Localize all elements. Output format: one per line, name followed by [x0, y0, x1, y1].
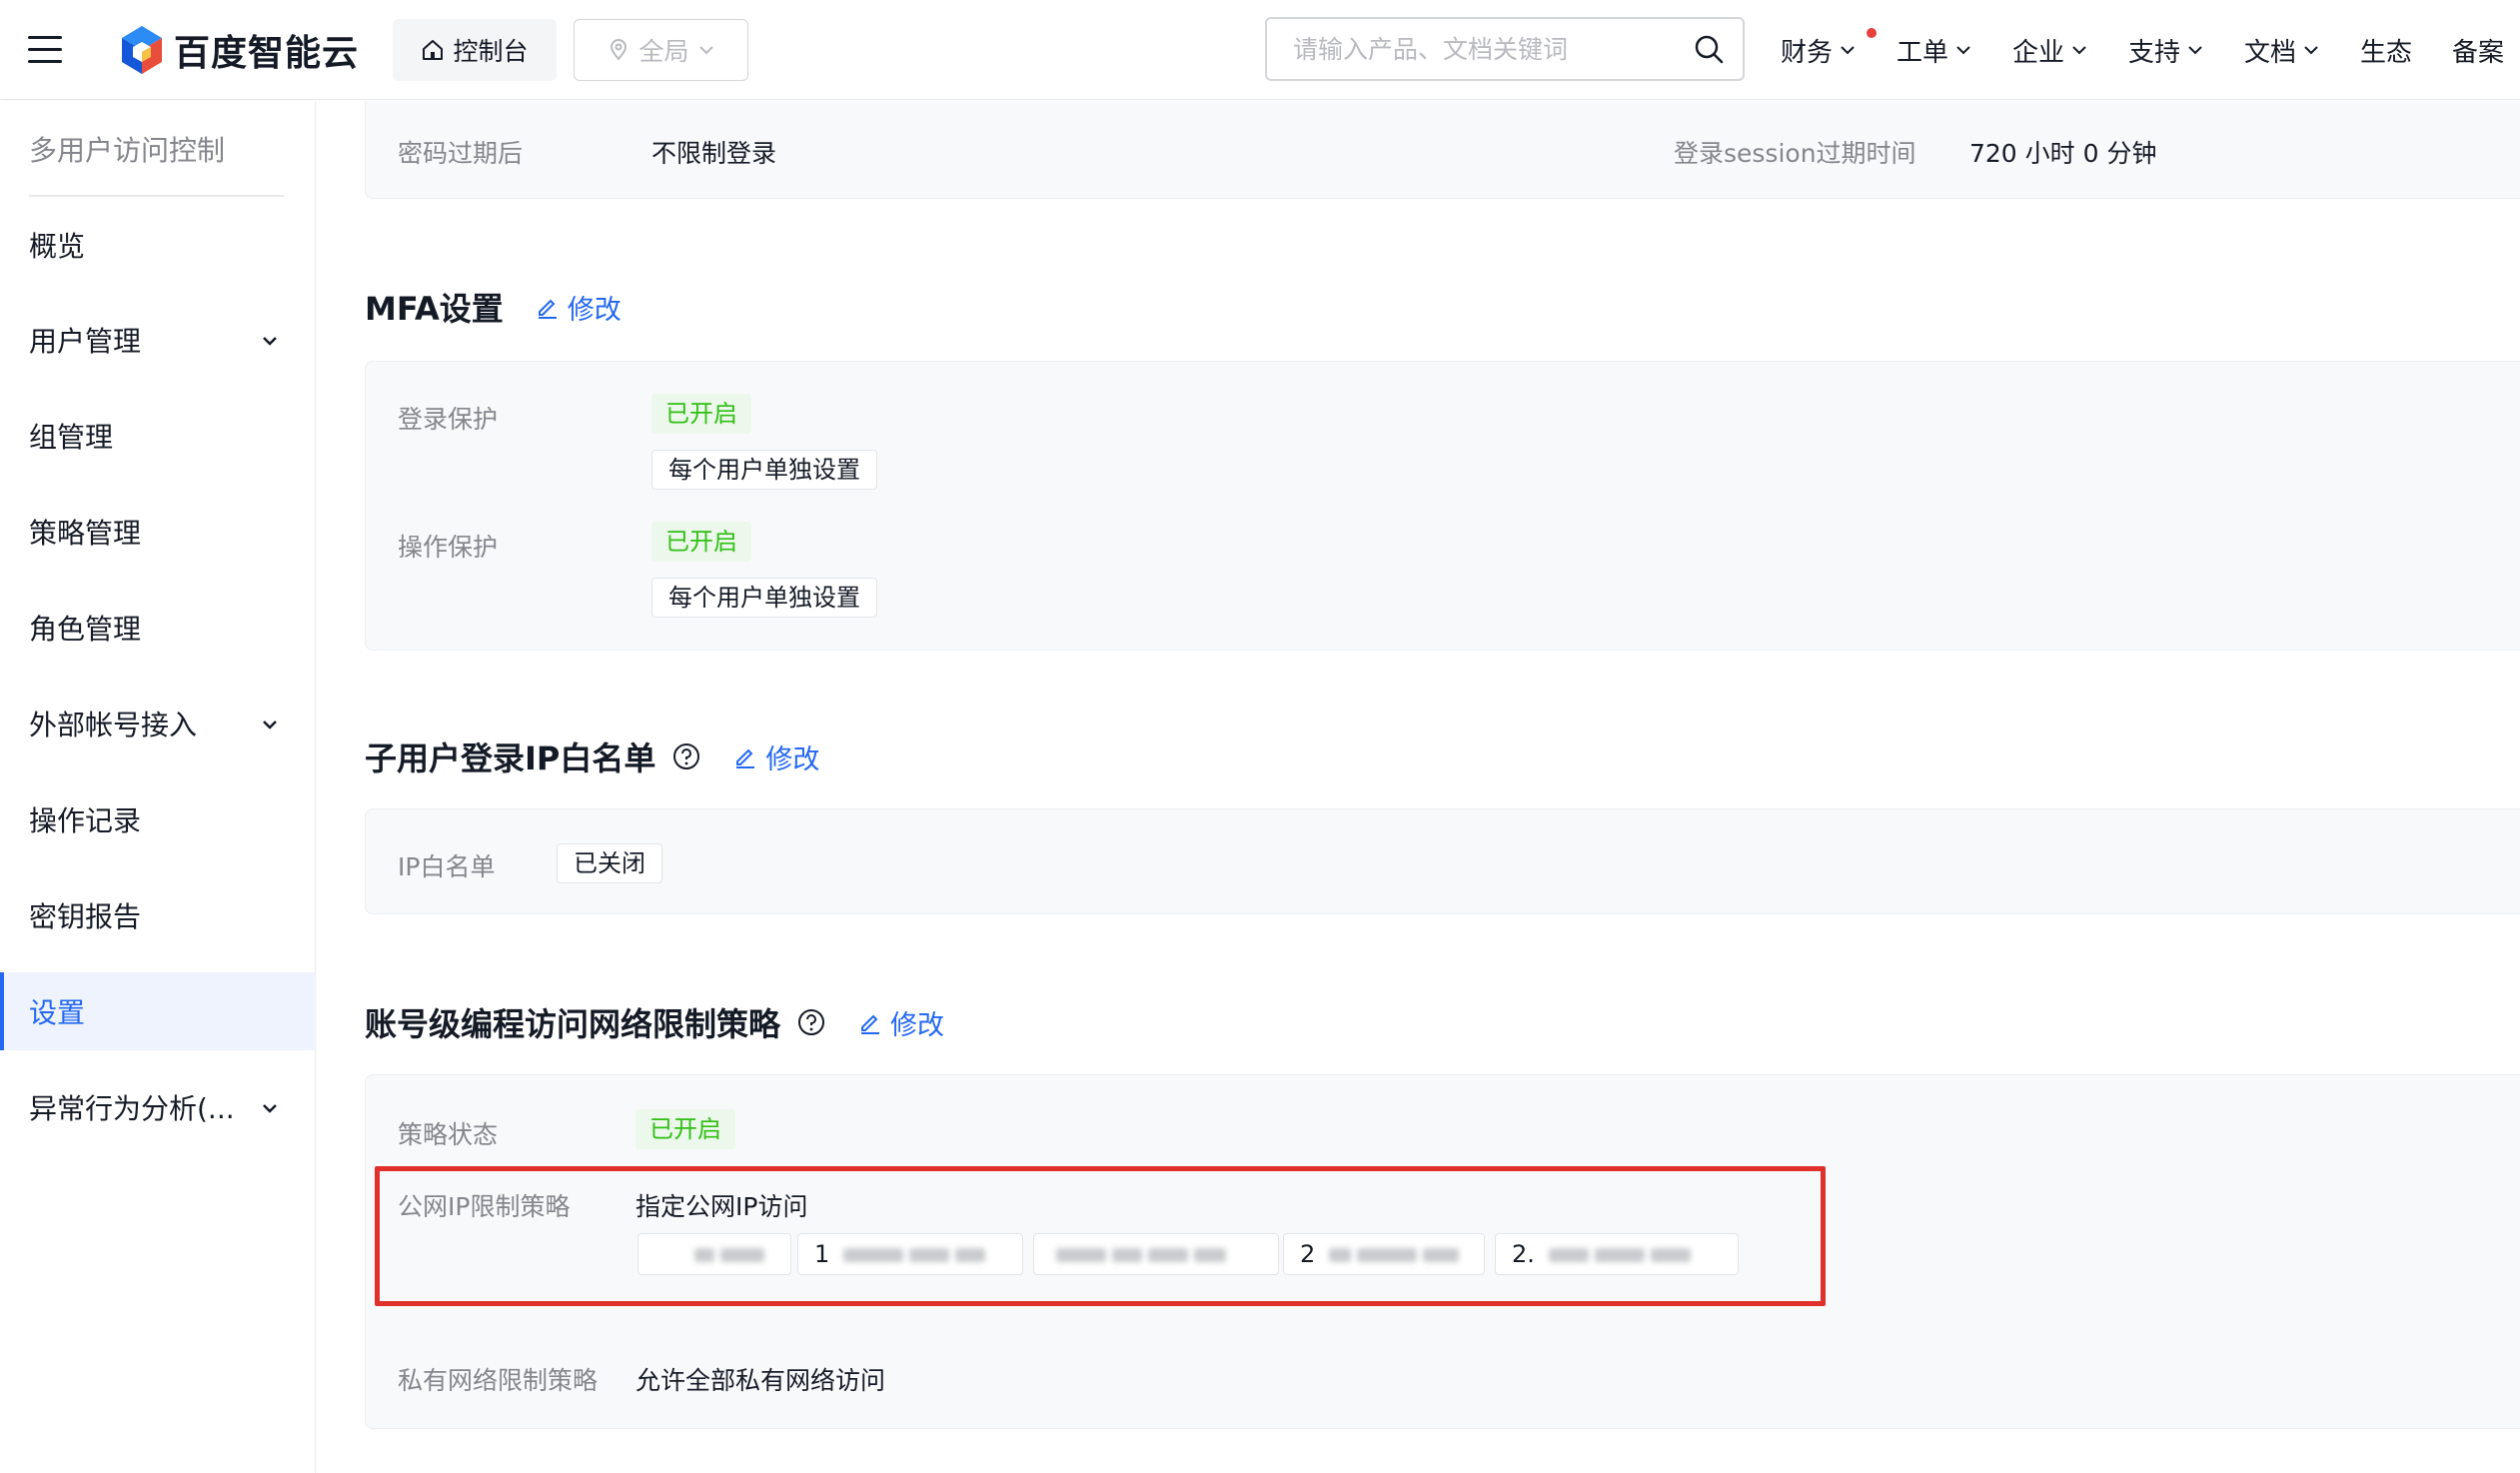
search-icon[interactable]	[1693, 33, 1725, 65]
nav-ecosystem[interactable]: 生态	[2360, 32, 2452, 69]
operation-protection-status: 已开启	[651, 522, 751, 562]
sidebar-item-roles[interactable]: 角色管理	[0, 589, 316, 667]
sidebar-item-external-accounts[interactable]: 外部帐号接入	[0, 685, 316, 762]
nav-ticket[interactable]: 工单	[1896, 32, 2012, 69]
password-expire-label: 密码过期后	[398, 139, 524, 168]
mfa-section-title: MFA设置 修改	[365, 284, 622, 330]
sidebar-item-settings[interactable]: 设置	[0, 972, 316, 1050]
chevron-down-icon	[1956, 46, 1970, 55]
console-label: 控制台	[453, 37, 529, 66]
location-icon	[611, 39, 628, 61]
sidebar-item-anomaly-analysis[interactable]: 异常行为分析(...	[0, 1068, 316, 1146]
network-policy-section-title: 账号级编程访问网络限制策略 修改	[365, 999, 944, 1045]
private-network-policy-value: 允许全部私有网络访问	[635, 1366, 886, 1395]
chevron-down-icon	[2188, 46, 2202, 55]
mfa-settings-card: 登录保护 已开启 每个用户单独设置 操作保护 已开启 每个用户单独设置	[365, 361, 2520, 651]
sidebar-item-groups[interactable]: 组管理	[0, 397, 316, 475]
nav-enterprise[interactable]: 企业	[2012, 32, 2128, 69]
help-icon[interactable]	[796, 1007, 826, 1037]
chevron-down-icon	[2072, 46, 2086, 55]
login-protection-status: 已开启	[651, 394, 751, 434]
ip-whitelist-edit-link[interactable]: 修改	[733, 737, 819, 776]
chevron-down-icon	[263, 337, 277, 346]
edit-icon	[861, 1014, 880, 1034]
session-expire-value: 720 小时 0 分钟	[1969, 139, 2157, 168]
sidebar-item-operation-logs[interactable]: 操作记录	[0, 780, 316, 858]
ip-whitelist-section-title: 子用户登录IP白名单 修改	[365, 734, 819, 779]
edit-icon	[736, 748, 755, 768]
baidu-cloud-logo-icon	[122, 26, 162, 74]
sidebar-item-key-report[interactable]: 密钥报告	[0, 876, 316, 954]
sidebar-item-users[interactable]: 用户管理	[0, 301, 316, 379]
operation-protection-mode: 每个用户单独设置	[651, 578, 877, 618]
top-nav: 财务 工单 企业 支持 文档 生态 备案	[1781, 27, 2504, 72]
chevron-down-icon	[2304, 46, 2318, 55]
sidebar-divider	[29, 195, 284, 197]
nav-filing[interactable]: 备案	[2452, 32, 2504, 69]
chevron-down-icon	[698, 46, 713, 55]
login-protection-mode: 每个用户单独设置	[651, 450, 877, 490]
nav-finance[interactable]: 财务	[1781, 27, 1896, 69]
console-button[interactable]: 控制台	[393, 19, 557, 81]
ip-whitelist-label: IP白名单	[398, 852, 496, 881]
policy-status-label: 策略状态	[398, 1120, 499, 1149]
highlight-box	[375, 1166, 1826, 1306]
password-settings-card: 密码过期后 不限制登录 登录session过期时间 720 小时 0 分钟	[365, 101, 2520, 199]
menu-icon[interactable]	[28, 36, 62, 64]
sidebar: 多用户访问控制 概览 用户管理 组管理 策略管理 角色管理 外部帐号接入 操作记…	[0, 101, 316, 1473]
nav-docs[interactable]: 文档	[2244, 32, 2360, 69]
top-bar: 百度智能云 控制台 全局 财务 工单	[0, 0, 2520, 100]
ip-whitelist-status: 已关闭	[557, 843, 662, 883]
region-label: 全局	[638, 37, 689, 66]
chevron-down-icon	[1841, 46, 1855, 55]
brand-name: 百度智能云	[174, 33, 360, 74]
notification-dot	[1867, 27, 1877, 38]
sidebar-title: 多用户访问控制	[29, 134, 226, 167]
chevron-down-icon	[263, 1104, 277, 1113]
network-policy-edit-link[interactable]: 修改	[858, 1003, 944, 1042]
login-protection-label: 登录保护	[398, 405, 499, 434]
policy-status-value: 已开启	[635, 1109, 735, 1149]
ip-whitelist-card: IP白名单 已关闭	[365, 808, 2520, 914]
edit-icon	[538, 299, 557, 319]
nav-support[interactable]: 支持	[2128, 32, 2244, 69]
session-expire-label: 登录session过期时间	[1674, 139, 1916, 168]
region-select[interactable]: 全局	[574, 19, 748, 81]
home-icon	[423, 40, 444, 60]
chevron-down-icon	[263, 721, 277, 730]
sidebar-item-policies[interactable]: 策略管理	[0, 493, 316, 571]
search-box	[1265, 17, 1745, 81]
private-network-policy-label: 私有网络限制策略	[398, 1366, 599, 1395]
mfa-edit-link[interactable]: 修改	[536, 288, 622, 327]
brand-logo[interactable]: 百度智能云	[118, 24, 359, 76]
sidebar-item-overview[interactable]: 概览	[0, 206, 316, 284]
search-input[interactable]	[1293, 34, 1693, 64]
password-expire-value: 不限制登录	[651, 139, 777, 168]
help-icon[interactable]	[671, 741, 701, 771]
operation-protection-label: 操作保护	[398, 533, 499, 562]
